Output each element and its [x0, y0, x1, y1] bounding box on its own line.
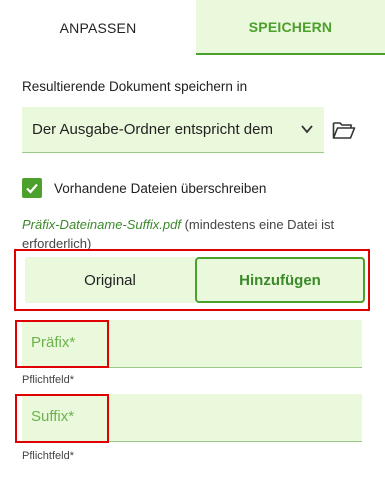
overwrite-checkbox[interactable] — [22, 178, 42, 198]
tab-bar: ANPASSEN SPEICHERN — [0, 0, 385, 55]
suffix-helper: Pflichtfeld* — [22, 450, 74, 462]
save-location-select[interactable]: Der Ausgabe-Ordner entspricht dem — [22, 107, 324, 153]
filename-pattern: Präfix-Dateiname-Suffix.pdf — [22, 217, 181, 232]
save-location-value: Der Ausgabe-Ordner entspricht dem — [32, 121, 273, 138]
filename-hint: Präfix-Dateiname-Suffix.pdf (mindestens … — [22, 215, 372, 249]
suffix-highlight — [15, 394, 109, 443]
checkmark-icon — [26, 183, 38, 194]
prefix-input[interactable]: Präfix* — [15, 320, 362, 368]
save-location-label: Resultierende Dokument speichern in — [22, 79, 248, 94]
prefix-highlight — [15, 320, 109, 368]
mode-toggle: Original Hinzufügen — [25, 257, 365, 303]
overwrite-label: Vorhandene Dateien überschreiben — [54, 180, 267, 196]
toggle-hinzufuegen[interactable]: Hinzufügen — [195, 257, 365, 303]
toggle-original[interactable]: Original — [25, 257, 195, 303]
mode-toggle-highlight: Original Hinzufügen — [14, 249, 370, 311]
tab-anpassen[interactable]: ANPASSEN — [0, 0, 196, 55]
tab-speichern[interactable]: SPEICHERN — [196, 0, 385, 55]
overwrite-row: Vorhandene Dateien überschreiben — [22, 178, 266, 198]
prefix-helper: Pflichtfeld* — [22, 374, 74, 386]
suffix-input[interactable]: Suffix* — [15, 394, 362, 443]
folder-open-icon[interactable] — [332, 120, 356, 140]
chevron-down-icon — [301, 125, 313, 134]
